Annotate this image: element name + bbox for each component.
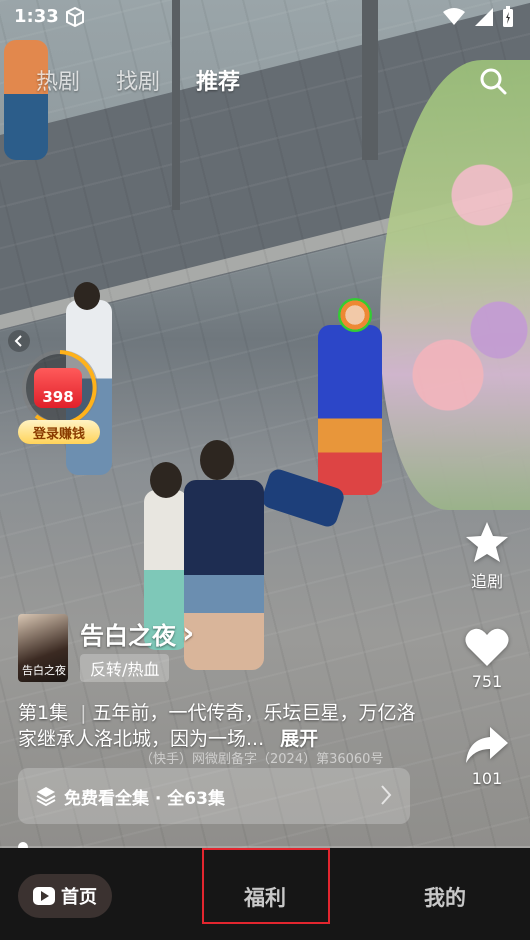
person-head — [150, 462, 182, 498]
like-count: 751 — [471, 672, 503, 691]
collapse-arrow-icon[interactable] — [8, 330, 30, 352]
person-man — [184, 480, 264, 670]
series-poster[interactable]: 告白之夜 — [18, 614, 68, 682]
highlight-box — [202, 848, 330, 924]
follow-drama-button[interactable]: 追剧 — [465, 520, 509, 592]
cube-icon — [66, 6, 84, 28]
tab-hot-drama[interactable]: 热剧 — [36, 64, 80, 96]
person-head — [200, 440, 234, 480]
tab-recommend[interactable]: 推荐 — [196, 64, 240, 96]
status-bar: 1:33 — [0, 0, 530, 34]
top-tabs: 热剧 找剧 推荐 — [36, 64, 240, 96]
like-button[interactable]: 751 — [464, 626, 510, 691]
reward-amount: 398 — [42, 388, 74, 406]
person-clown — [318, 325, 382, 495]
tab-find-drama[interactable]: 找剧 — [116, 64, 160, 96]
heart-icon — [465, 628, 509, 666]
status-time: 1:33 — [14, 6, 59, 27]
expand-link[interactable]: 展开 — [280, 728, 318, 750]
wifi-icon — [443, 8, 465, 25]
red-packet-icon: 398 — [34, 368, 82, 408]
bottom-nav: 首页 福利 我的 — [0, 848, 530, 940]
play-icon — [33, 887, 55, 905]
watch-all-label: 免费看全集 · 全63集 — [64, 788, 225, 809]
share-button[interactable]: 101 — [464, 725, 510, 788]
separator: | — [80, 702, 87, 724]
series-title: 告白之夜 — [80, 622, 176, 650]
chevron-right-icon — [381, 785, 392, 805]
nav-mine[interactable]: 我的 — [424, 882, 466, 912]
reward-widget[interactable]: 398 登录赚钱 — [18, 350, 100, 444]
series-title-link[interactable]: 告白之夜 › — [80, 616, 194, 651]
nav-home-label: 首页 — [61, 887, 97, 908]
person-background — [4, 40, 48, 160]
search-icon[interactable] — [478, 66, 508, 96]
poster-title: 告白之夜 — [22, 664, 66, 677]
login-earn-label[interactable]: 登录赚钱 — [18, 420, 100, 444]
share-count: 101 — [471, 769, 503, 788]
genre-tag[interactable]: 反转/热血 — [80, 654, 170, 682]
star-icon — [466, 522, 508, 562]
signal-icon — [475, 8, 493, 26]
episode-label: 第1集 — [18, 702, 69, 724]
clown-head — [338, 298, 372, 332]
person-head — [74, 282, 100, 310]
follow-drama-label: 追剧 — [470, 572, 503, 591]
battery-icon — [503, 6, 513, 27]
episode-description[interactable]: 第1集 | 五年前，一代传奇，乐坛巨星，万亿洛家继承人洛北城，因为一场... 展开 — [18, 700, 418, 752]
chevron-right-icon: › — [182, 615, 195, 651]
description-text: 五年前，一代传奇，乐坛巨星，万亿洛家继承人洛北城，因为一场... — [18, 702, 416, 750]
share-icon — [466, 727, 508, 763]
side-actions: 追剧 751 101 — [458, 520, 516, 822]
nav-home[interactable]: 首页 — [18, 874, 112, 918]
layers-icon — [36, 787, 56, 806]
license-text: （快手）网微剧备字（2024）第36060号 — [140, 752, 384, 767]
watch-all-episodes-button[interactable]: 免费看全集 · 全63集 — [18, 768, 410, 824]
